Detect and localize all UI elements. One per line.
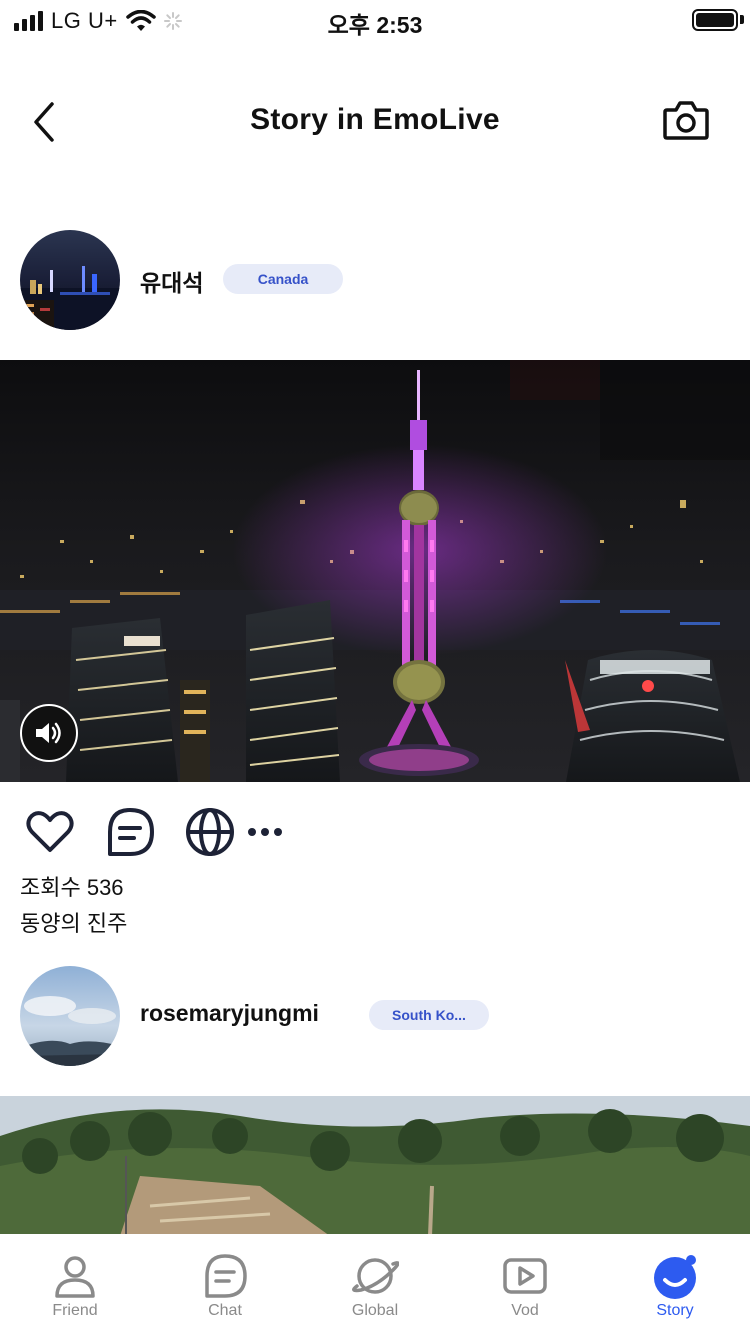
sound-toggle-button[interactable] (20, 704, 78, 762)
tab-label: Global (351, 1302, 399, 1319)
heart-icon (26, 811, 74, 852)
like-button[interactable] (24, 806, 76, 858)
tab-label: Friend (52, 1302, 98, 1319)
chat-icon (205, 1254, 247, 1298)
username[interactable]: 유대석 (140, 264, 203, 298)
battery-tip (740, 15, 744, 24)
camera-icon (663, 101, 709, 140)
tab-global[interactable]: Global (300, 1234, 450, 1334)
more-button[interactable] (244, 806, 288, 858)
post-header: rosemaryjungmi South Ko... (0, 966, 750, 1066)
story-video[interactable] (0, 360, 750, 782)
comment-icon (108, 808, 154, 856)
page-title: Story in EmoLive (250, 103, 500, 136)
view-count: 조회수 536 (20, 875, 124, 900)
tab-friend[interactable]: Friend (0, 1234, 150, 1334)
globe-icon (186, 808, 234, 856)
tab-bar: Friend Chat Global Vod Story (0, 1234, 750, 1334)
more-icon (248, 828, 282, 836)
status-bar: LG U+ 오후 2:53 (0, 0, 750, 42)
username[interactable]: rosemaryjungmi (140, 1000, 319, 1027)
tab-label: Chat (208, 1302, 242, 1319)
tab-chat[interactable]: Chat (150, 1234, 300, 1334)
comment-button[interactable] (104, 806, 156, 858)
play-icon (503, 1258, 547, 1294)
avatar[interactable] (20, 230, 120, 330)
camera-button[interactable] (662, 98, 710, 142)
country-badge: Canada (223, 264, 343, 294)
avatar[interactable] (20, 966, 120, 1066)
status-time: 오후 2:53 (327, 12, 423, 38)
post-header: 유대석 Canada (0, 230, 750, 330)
post-actions (0, 806, 750, 862)
speaker-icon (36, 722, 61, 744)
tab-label: Vod (511, 1302, 539, 1319)
tab-vod[interactable]: Vod (450, 1234, 600, 1334)
tab-story[interactable]: Story (600, 1234, 750, 1334)
battery-icon (692, 9, 738, 31)
person-icon (55, 1256, 95, 1298)
story-video[interactable] (0, 1096, 750, 1236)
nav-header: Story in EmoLive (0, 70, 750, 170)
post-caption: 동양의 진주 (20, 911, 128, 936)
country-badge: South Ko... (369, 1000, 489, 1030)
planet-icon (352, 1258, 399, 1294)
story-image (0, 1096, 750, 1236)
story-icon (654, 1255, 696, 1299)
translate-button[interactable] (184, 806, 236, 858)
tab-label: Story (656, 1302, 694, 1319)
story-image (0, 360, 750, 782)
